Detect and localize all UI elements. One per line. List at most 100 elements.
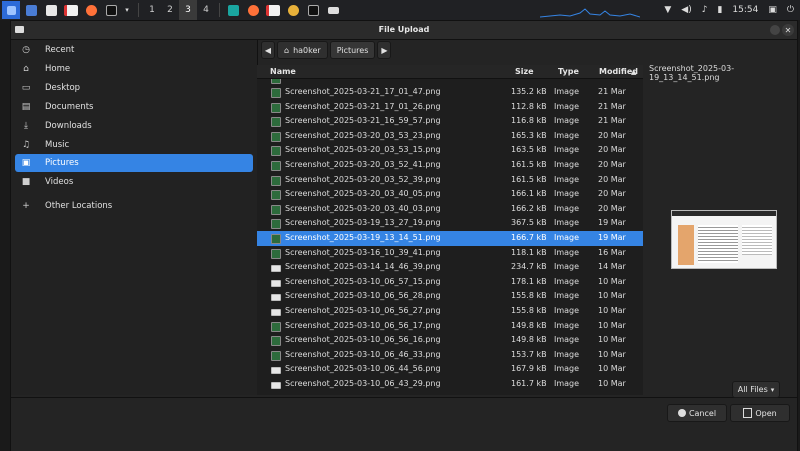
- table-row[interactable]: Screenshot_2025-03-10_06_46_33.png 153.7 …: [257, 348, 643, 363]
- plus-icon: +: [22, 201, 30, 211]
- column-header-name[interactable]: Name: [270, 67, 296, 76]
- cell-name: Screenshot_2025-03-10_06_56_17.png: [285, 320, 441, 330]
- notification-bell-icon[interactable]: ♪: [702, 5, 708, 15]
- cell-type: Image: [554, 130, 580, 140]
- sidebar-item-label: Downloads: [45, 121, 92, 131]
- path-current-button[interactable]: Pictures: [329, 41, 376, 59]
- clock-icon: ◷: [22, 45, 30, 55]
- workspace-1[interactable]: 1: [143, 0, 161, 20]
- workspace-2[interactable]: 2: [161, 0, 179, 20]
- file-upload-dialog: File Upload ✕ ◷ Recent ⌂ Home ▭ Desktop …: [10, 20, 798, 451]
- path-home-button[interactable]: ⌂ ha0ker: [277, 41, 328, 59]
- sidebar-item-videos[interactable]: ■ Videos: [15, 173, 253, 191]
- sidebar-item-pictures[interactable]: ▣ Pictures: [15, 154, 253, 172]
- sidebar-item-label: Music: [45, 140, 70, 150]
- cell-name: Screenshot_2025-03-10_06_57_15.png: [285, 276, 441, 286]
- cell-size: 167.9 kB: [511, 364, 547, 374]
- minimize-button[interactable]: [770, 25, 780, 35]
- cell-type: Image: [554, 116, 580, 126]
- sidebar-item-recent[interactable]: ◷ Recent: [15, 41, 253, 59]
- cell-modified: 10 Mar: [598, 320, 626, 330]
- table-row[interactable]: Screenshot_2025-03-10_06_57_15.png 178.1 …: [257, 275, 643, 290]
- cell-modified: 10 Mar: [598, 335, 626, 345]
- lock-icon[interactable]: ▣: [768, 5, 777, 15]
- file-filter-dropdown[interactable]: All Files ▾: [732, 381, 780, 398]
- table-row[interactable]: Screenshot_2025-03-19_13_27_19.png 367.5 …: [257, 216, 643, 231]
- power-icon[interactable]: ⏻: [787, 5, 794, 15]
- taskbar-window-2[interactable]: [244, 1, 262, 19]
- cell-type: Image: [554, 174, 580, 184]
- terminal-dropdown[interactable]: ▾: [122, 1, 132, 19]
- cell-size: 161.7 kB: [511, 379, 547, 388]
- taskbar-window-4[interactable]: [284, 1, 302, 19]
- table-row[interactable]: Screenshot_2025-03-21_16_59_57.png 116.8 …: [257, 114, 643, 129]
- path-back-button[interactable]: ◀: [261, 41, 275, 59]
- sidebar-item-other-locations[interactable]: + Other Locations: [15, 197, 253, 215]
- cancel-button[interactable]: Cancel: [667, 404, 727, 422]
- table-row[interactable]: Screenshot_2025-03-10_06_44_56.png 167.9 …: [257, 362, 643, 377]
- table-row[interactable]: Screenshot_2025-03-20_03_40_03.png 166.2 …: [257, 202, 643, 217]
- table-row[interactable]: Screenshot_2025-03-21_17_01_47.png 135.2 …: [257, 85, 643, 100]
- workspace-4[interactable]: 4: [197, 0, 215, 20]
- table-row[interactable]: Screenshot_2025-03-10_06_56_17.png 149.8 …: [257, 319, 643, 334]
- sidebar-item-desktop[interactable]: ▭ Desktop: [15, 79, 253, 97]
- workspace-3[interactable]: 3: [179, 0, 197, 20]
- taskbar-window-3[interactable]: [264, 1, 282, 19]
- table-row[interactable]: Screenshot_2025-03-20_03_40_05.png 166.1 …: [257, 187, 643, 202]
- cell-type: Image: [554, 320, 580, 330]
- folder-icon: [45, 4, 57, 16]
- app-menu-button[interactable]: [2, 1, 20, 19]
- image-file-icon: [271, 309, 281, 316]
- file-list: Screenshot_2025-03-21_17_01_47.png 135.2 …: [257, 65, 643, 395]
- table-row[interactable]: Screenshot_2025-03-10_06_56_16.png 149.8 …: [257, 333, 643, 348]
- column-header-type[interactable]: Type: [558, 67, 579, 76]
- cell-modified: 10 Mar: [598, 379, 626, 388]
- cell-modified: 19 Mar: [598, 233, 626, 242]
- image-file-icon: [271, 234, 281, 244]
- file-manager-button[interactable]: [42, 1, 60, 19]
- clock[interactable]: 15:54: [732, 5, 758, 15]
- dialog-titlebar[interactable]: File Upload ✕: [11, 21, 797, 40]
- cell-type: Image: [554, 233, 580, 242]
- open-button[interactable]: Open: [730, 404, 790, 422]
- volume-icon[interactable]: ◀): [681, 5, 691, 15]
- wifi-icon[interactable]: ▼: [664, 5, 671, 15]
- sidebar-item-documents[interactable]: ▤ Documents: [15, 98, 253, 116]
- close-button[interactable]: ✕: [782, 24, 794, 36]
- cell-modified: 10 Mar: [598, 291, 626, 301]
- cell-size: 118.1 kB: [511, 247, 547, 257]
- cancel-icon: [677, 409, 686, 417]
- taskbar-window-5[interactable]: [304, 1, 322, 19]
- cell-modified: 10 Mar: [598, 306, 626, 315]
- table-row[interactable]: Screenshot_2025-03-20_03_52_41.png 161.5 …: [257, 158, 643, 173]
- column-header-size[interactable]: Size: [515, 67, 534, 76]
- cell-type: Image: [554, 87, 580, 96]
- text-editor-button[interactable]: [62, 1, 80, 19]
- firefox-icon: [247, 4, 259, 16]
- cell-size: 166.7 kB: [511, 233, 547, 242]
- sidebar-item-music[interactable]: ♫ Music: [15, 136, 253, 154]
- firefox-button[interactable]: [82, 1, 100, 19]
- table-row[interactable]: Screenshot_2025-03-20_03_53_15.png 163.5 …: [257, 143, 643, 158]
- table-row[interactable]: Screenshot_2025-03-10_06_56_27.png 155.8 …: [257, 304, 643, 319]
- taskbar-window-6[interactable]: [324, 1, 342, 19]
- sidebar-item-home[interactable]: ⌂ Home: [15, 60, 253, 78]
- table-row[interactable]: Screenshot_2025-03-14_14_46_39.png 234.7 …: [257, 260, 643, 275]
- taskbar-window-1[interactable]: [224, 1, 242, 19]
- terminal-button[interactable]: [102, 1, 120, 19]
- table-row[interactable]: Screenshot_2025-03-19_13_14_51.png 166.7 …: [257, 231, 643, 246]
- image-file-icon: [271, 88, 281, 98]
- file-upload-window-icon: [327, 6, 339, 14]
- show-desktop-button[interactable]: [22, 1, 40, 19]
- table-row[interactable]: Screenshot_2025-03-10_06_56_28.png 155.8 …: [257, 289, 643, 304]
- battery-icon[interactable]: ▮: [717, 5, 722, 15]
- table-row[interactable]: Screenshot_2025-03-20_03_52_39.png 161.5 …: [257, 173, 643, 188]
- sidebar-item-downloads[interactable]: ⤓ Downloads: [15, 117, 253, 135]
- kali-logo-icon: [6, 5, 16, 15]
- path-forward-button[interactable]: ▶: [377, 41, 392, 59]
- cell-type: Image: [554, 145, 580, 155]
- table-row[interactable]: Screenshot_2025-03-16_10_39_41.png 118.1 …: [257, 246, 643, 261]
- table-row[interactable]: Screenshot_2025-03-21_17_01_26.png 112.8 …: [257, 100, 643, 115]
- table-row[interactable]: Screenshot_2025-03-10_06_43_29.png 161.7 …: [257, 377, 643, 392]
- table-row[interactable]: Screenshot_2025-03-20_03_53_23.png 165.3 …: [257, 129, 643, 144]
